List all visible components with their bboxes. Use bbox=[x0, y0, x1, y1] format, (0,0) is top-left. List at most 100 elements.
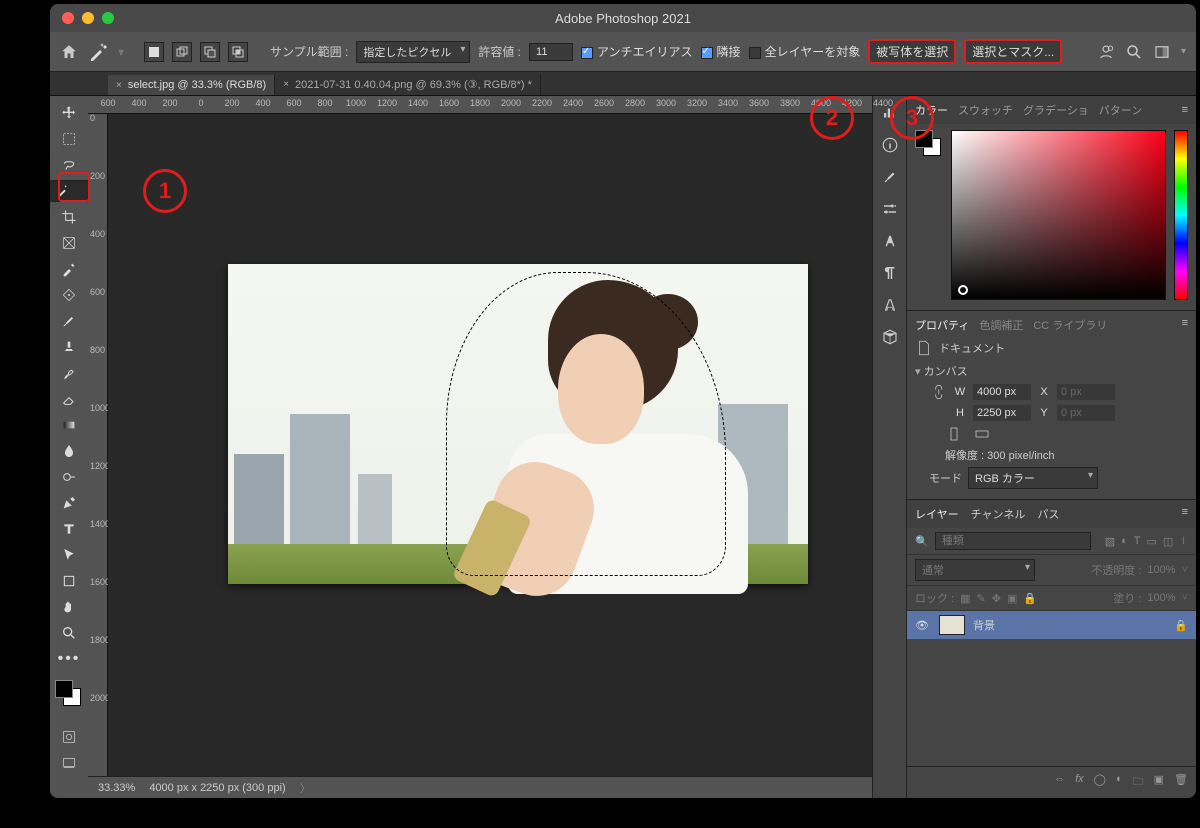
close-tab-icon[interactable]: × bbox=[283, 79, 289, 90]
panel-menu-icon[interactable]: ≡ bbox=[1182, 317, 1188, 333]
selection-subtract-icon[interactable] bbox=[200, 42, 220, 62]
lasso-tool-icon[interactable] bbox=[55, 154, 83, 176]
lock-position-icon[interactable]: ✥ bbox=[992, 592, 1001, 605]
home-icon[interactable] bbox=[60, 43, 78, 61]
marquee-tool-icon[interactable] bbox=[55, 128, 83, 150]
layer-filter-select[interactable] bbox=[935, 532, 1091, 550]
layer-fx-icon[interactable]: fx bbox=[1075, 773, 1084, 792]
tab-channels[interactable]: チャンネル bbox=[971, 506, 1026, 522]
selection-intersect-icon[interactable] bbox=[228, 42, 248, 62]
adjustments-icon[interactable] bbox=[881, 200, 899, 218]
color-field[interactable] bbox=[951, 130, 1166, 300]
width-input[interactable] bbox=[973, 384, 1031, 400]
foreground-background-swatch[interactable] bbox=[55, 680, 83, 708]
brush-tool-icon[interactable] bbox=[55, 310, 83, 332]
close-window-button[interactable] bbox=[62, 12, 74, 24]
color-swatch-icon[interactable] bbox=[915, 130, 943, 158]
libraries-3d-icon[interactable] bbox=[881, 328, 899, 346]
glyphs-icon[interactable] bbox=[881, 296, 899, 314]
screen-mode-icon[interactable] bbox=[55, 752, 83, 774]
history-brush-tool-icon[interactable] bbox=[55, 362, 83, 384]
link-icon[interactable] bbox=[929, 383, 947, 401]
crop-tool-icon[interactable] bbox=[55, 206, 83, 228]
new-layer-icon[interactable]: ▣ bbox=[1154, 773, 1164, 792]
selection-new-icon[interactable] bbox=[144, 42, 164, 62]
orientation-portrait-icon[interactable] bbox=[945, 425, 963, 443]
lock-paint-icon[interactable]: ✎ bbox=[977, 592, 986, 605]
layer-name[interactable]: 背景 bbox=[973, 617, 995, 633]
lock-pixels-icon[interactable]: ▦ bbox=[960, 592, 970, 605]
filter-adjust-icon[interactable]: ◐ bbox=[1121, 535, 1128, 548]
tab-paths[interactable]: パス bbox=[1037, 506, 1059, 522]
frame-tool-icon[interactable] bbox=[55, 232, 83, 254]
tab-layers[interactable]: レイヤー bbox=[915, 506, 959, 522]
clone-stamp-tool-icon[interactable] bbox=[55, 336, 83, 358]
dodge-tool-icon[interactable] bbox=[55, 466, 83, 488]
visibility-icon[interactable]: 👁 bbox=[915, 619, 931, 632]
antialias-checkbox[interactable]: アンチエイリアス bbox=[581, 43, 693, 60]
brush-settings-icon[interactable] bbox=[881, 168, 899, 186]
paragraph-icon[interactable] bbox=[881, 264, 899, 282]
shape-tool-icon[interactable] bbox=[55, 570, 83, 592]
delete-layer-icon[interactable]: 🗑 bbox=[1174, 773, 1188, 792]
all-layers-checkbox[interactable]: 全レイヤーを対象 bbox=[749, 43, 861, 60]
type-tool-icon[interactable] bbox=[55, 518, 83, 540]
eraser-tool-icon[interactable] bbox=[55, 388, 83, 410]
minimize-window-button[interactable] bbox=[82, 12, 94, 24]
healing-brush-tool-icon[interactable] bbox=[55, 284, 83, 306]
close-tab-icon[interactable]: × bbox=[116, 80, 122, 91]
tolerance-input[interactable] bbox=[529, 43, 573, 61]
contiguous-checkbox[interactable]: 隣接 bbox=[701, 43, 741, 60]
hue-slider[interactable] bbox=[1174, 130, 1188, 300]
tab-cc-libraries[interactable]: CC ライブラリ bbox=[1033, 317, 1107, 333]
pen-tool-icon[interactable] bbox=[55, 492, 83, 514]
new-group-icon[interactable]: 🗀 bbox=[1133, 773, 1144, 792]
tab-adjustments[interactable]: 色調補正 bbox=[979, 317, 1023, 333]
select-subject-button[interactable]: 被写体を選択 bbox=[868, 39, 956, 64]
filter-pixel-icon[interactable]: ▧ bbox=[1105, 535, 1115, 548]
tab-patterns[interactable]: パターン bbox=[1099, 102, 1142, 118]
hand-tool-icon[interactable] bbox=[55, 596, 83, 618]
color-mode-select[interactable]: RGB カラー bbox=[968, 467, 1098, 489]
filter-smart-icon[interactable]: ◫ bbox=[1163, 535, 1173, 548]
lock-all-icon[interactable]: 🔒 bbox=[1023, 592, 1037, 605]
zoom-window-button[interactable] bbox=[102, 12, 114, 24]
search-icon[interactable] bbox=[1125, 43, 1143, 61]
character-icon[interactable] bbox=[881, 232, 899, 250]
cloud-docs-icon[interactable] bbox=[1097, 43, 1115, 61]
eyedropper-tool-icon[interactable] bbox=[55, 258, 83, 280]
select-and-mask-button[interactable]: 選択とマスク... bbox=[964, 39, 1062, 64]
edit-toolbar-icon[interactable]: ••• bbox=[55, 648, 83, 670]
active-tool-icon[interactable] bbox=[86, 40, 110, 64]
gradient-tool-icon[interactable] bbox=[55, 414, 83, 436]
workspace-switcher-icon[interactable] bbox=[1153, 43, 1171, 61]
document-tab[interactable]: × select.jpg @ 33.3% (RGB/8) bbox=[108, 75, 275, 95]
zoom-tool-icon[interactable] bbox=[55, 622, 83, 644]
canvas-stage[interactable] bbox=[108, 114, 872, 776]
tab-gradients[interactable]: グラデーショ bbox=[1023, 102, 1089, 118]
move-tool-icon[interactable] bbox=[55, 102, 83, 124]
panel-menu-icon[interactable]: ≡ bbox=[1182, 506, 1188, 522]
filter-type-icon[interactable]: T bbox=[1134, 535, 1141, 548]
layer-row[interactable]: 👁 背景 🔒 bbox=[907, 611, 1196, 639]
zoom-status[interactable]: 33.33% bbox=[98, 782, 135, 794]
selection-add-icon[interactable] bbox=[172, 42, 192, 62]
document-canvas[interactable] bbox=[228, 264, 808, 584]
layer-mask-icon[interactable]: ◯ bbox=[1094, 773, 1106, 792]
layer-thumbnail[interactable] bbox=[939, 615, 965, 635]
canvas-section-label[interactable]: カンバス bbox=[924, 366, 968, 378]
link-layers-icon[interactable]: ⇔ bbox=[1054, 773, 1065, 792]
document-tab[interactable]: × 2021-07-31 0.40.04.png @ 69.3% (③, RGB… bbox=[275, 74, 541, 95]
filter-shape-icon[interactable]: ▭ bbox=[1146, 535, 1156, 548]
quickmask-icon[interactable] bbox=[55, 726, 83, 748]
tab-swatches[interactable]: スウォッチ bbox=[958, 102, 1013, 118]
lock-artboard-icon[interactable]: ▣ bbox=[1007, 592, 1017, 605]
info-icon[interactable] bbox=[881, 136, 899, 154]
orientation-landscape-icon[interactable] bbox=[973, 425, 991, 443]
tab-color[interactable]: カラー bbox=[915, 102, 948, 118]
new-adjustment-icon[interactable]: ◐ bbox=[1116, 773, 1123, 792]
tab-properties[interactable]: プロパティ bbox=[915, 317, 969, 333]
lock-icon[interactable]: 🔒 bbox=[1174, 619, 1188, 632]
height-input[interactable] bbox=[973, 405, 1031, 421]
filter-toggle-icon[interactable]: ⏽ bbox=[1179, 535, 1188, 548]
